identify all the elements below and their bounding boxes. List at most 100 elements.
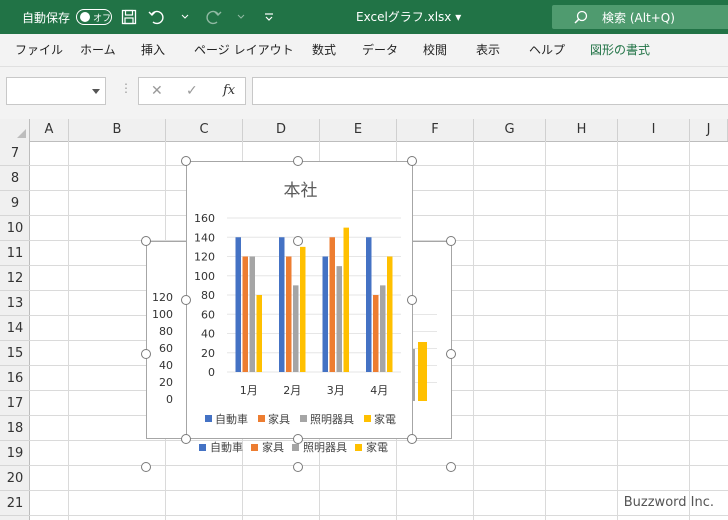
back-chart-resize-handle[interactable] <box>141 462 151 472</box>
document-title-text: Excelグラフ.xlsx <box>356 10 452 24</box>
bar[interactable] <box>366 237 372 372</box>
document-title[interactable]: Excelグラフ.xlsx ▾ <box>356 0 461 34</box>
bar[interactable] <box>249 256 256 373</box>
search-label: 検索 (Alt+Q) <box>602 10 675 25</box>
bar[interactable] <box>343 227 350 372</box>
resize-handle-icon[interactable]: ⋮ <box>120 81 132 95</box>
legend-label: 照明器具 <box>310 413 354 426</box>
redo-icon[interactable] <box>202 6 224 28</box>
ribbon-tabs: ファイル ホーム 挿入 ページ レイアウト 数式 データ 校閲 表示 ヘルプ 図… <box>0 34 728 67</box>
enter-icon[interactable]: ✓ <box>186 83 198 99</box>
row-header-12[interactable]: 12 <box>0 266 30 291</box>
y-tick: 80 <box>159 325 173 338</box>
column-header-d[interactable]: D <box>243 119 320 141</box>
column-header-g[interactable]: G <box>474 119 546 141</box>
row-header-13[interactable]: 13 <box>0 291 30 316</box>
tab-home[interactable]: ホーム <box>80 34 116 66</box>
column-header-j[interactable]: J <box>690 119 728 141</box>
back-chart-resize-handle[interactable] <box>141 236 151 246</box>
legend-swatch <box>300 415 307 422</box>
row-header-16[interactable]: 16 <box>0 366 30 391</box>
autosave-toggle-label: オフ <box>93 13 112 24</box>
column-headers: A B C D E F G H I J <box>0 119 728 142</box>
column-header-c[interactable]: C <box>166 119 243 141</box>
column-header-e[interactable]: E <box>320 119 397 141</box>
bar[interactable] <box>387 256 393 373</box>
cancel-icon[interactable]: ✕ <box>151 83 163 99</box>
y-tick-label: 40 <box>201 328 215 341</box>
front-chart[interactable]: 本社 160 140 120 100 80 60 40 20 0 1月 2月 3月 4月 自動車 家具 照明器… <box>186 161 413 439</box>
insert-function-icon[interactable]: fx <box>223 83 235 98</box>
autosave-toggle[interactable]: オフ <box>76 9 113 25</box>
formula-input[interactable] <box>252 77 728 105</box>
row-header-20[interactable]: 20 <box>0 466 30 491</box>
back-chart-resize-handle[interactable] <box>446 462 456 472</box>
front-chart-resize-handle[interactable] <box>293 156 303 166</box>
front-chart-resize-handle[interactable] <box>407 434 417 444</box>
customize-toolbar-icon[interactable] <box>258 6 280 28</box>
legend-label: 照明器具 <box>303 441 347 454</box>
back-chart-resize-handle[interactable] <box>446 236 456 246</box>
legend-swatch <box>205 415 212 422</box>
legend-swatch <box>364 415 371 422</box>
back-chart-resize-handle[interactable] <box>446 349 456 359</box>
column-header-f[interactable]: F <box>397 119 474 141</box>
chart-plot: 160 140 120 100 80 60 40 20 0 1月 2月 3月 4月自動車 家具 照明器具 家電 <box>194 212 401 426</box>
tab-file[interactable]: ファイル <box>15 34 63 66</box>
bar[interactable] <box>329 237 336 372</box>
back-chart-resize-handle[interactable] <box>293 462 303 472</box>
column-header-b[interactable]: B <box>69 119 166 141</box>
bar[interactable] <box>373 295 379 372</box>
tab-insert[interactable]: 挿入 <box>141 34 165 66</box>
tab-data[interactable]: データ <box>362 34 398 66</box>
row-header-15[interactable]: 15 <box>0 341 30 366</box>
tab-view[interactable]: 表示 <box>476 34 500 66</box>
save-icon[interactable] <box>118 6 140 28</box>
row-header-21[interactable]: 21 <box>0 491 30 516</box>
back-chart-resize-handle[interactable] <box>141 349 151 359</box>
row-header-7[interactable]: 7 <box>0 141 30 166</box>
row-header-9[interactable]: 9 <box>0 191 30 216</box>
y-tick: 20 <box>159 376 173 389</box>
y-tick-label: 120 <box>194 251 215 264</box>
bar[interactable] <box>336 266 343 372</box>
front-chart-resize-handle[interactable] <box>181 434 191 444</box>
bar[interactable] <box>300 246 306 372</box>
bar[interactable] <box>293 285 299 372</box>
tab-shape-format[interactable]: 図形の書式 <box>590 34 650 66</box>
front-chart-resize-handle[interactable] <box>181 156 191 166</box>
row-header-14[interactable]: 14 <box>0 316 30 341</box>
column-header-a[interactable]: A <box>30 119 69 141</box>
tab-review[interactable]: 校閲 <box>423 34 447 66</box>
undo-dropdown-icon[interactable] <box>174 6 196 28</box>
back-chart-resize-handle[interactable] <box>293 236 303 246</box>
tab-formulas[interactable]: 数式 <box>312 34 336 66</box>
row-header-8[interactable]: 8 <box>0 166 30 191</box>
name-box[interactable] <box>6 77 106 105</box>
bar[interactable] <box>286 256 292 373</box>
front-chart-resize-handle[interactable] <box>407 156 417 166</box>
select-all-button[interactable] <box>0 119 30 141</box>
redo-dropdown-icon[interactable] <box>230 6 252 28</box>
row-header-10[interactable]: 10 <box>0 216 30 241</box>
front-chart-resize-handle[interactable] <box>407 295 417 305</box>
bar[interactable] <box>242 256 249 373</box>
column-header-i[interactable]: I <box>618 119 690 141</box>
column-header-h[interactable]: H <box>546 119 618 141</box>
front-chart-resize-handle[interactable] <box>293 434 303 444</box>
tab-page-layout[interactable]: ページ レイアウト <box>194 34 294 66</box>
undo-icon[interactable] <box>146 6 168 28</box>
bar[interactable] <box>279 237 285 372</box>
row-header-11[interactable]: 11 <box>0 241 30 266</box>
bar[interactable] <box>256 295 263 372</box>
tab-help[interactable]: ヘルプ <box>529 34 565 66</box>
bar[interactable] <box>380 285 386 372</box>
chevron-down-icon[interactable] <box>92 89 100 94</box>
front-chart-resize-handle[interactable] <box>181 295 191 305</box>
row-header-19[interactable]: 19 <box>0 441 30 466</box>
row-header-17[interactable]: 17 <box>0 391 30 416</box>
bar[interactable] <box>322 256 329 373</box>
row-header-18[interactable]: 18 <box>0 416 30 441</box>
bar[interactable] <box>235 237 242 372</box>
search-box[interactable]: 検索 (Alt+Q) <box>552 5 728 29</box>
